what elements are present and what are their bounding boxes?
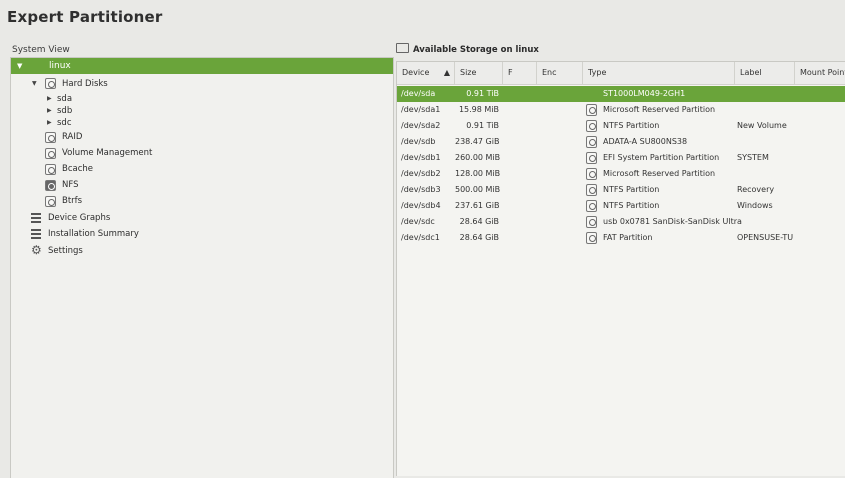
column-header-label[interactable]: Label [735, 62, 795, 84]
cell-size: 15.98 MiB [458, 105, 499, 114]
partition-icon [586, 232, 597, 244]
cell-device: /dev/sda1 [401, 105, 441, 114]
cell-size: 28.64 GiB [459, 217, 499, 226]
table-header: Device ▲ Size F Enc Type Label Mount Poin… [397, 62, 845, 85]
cell-label: Recovery [737, 185, 775, 194]
table-row[interactable]: /dev/sdc 28.64 GiB usb 0x0781 SanDisk-SanD… [397, 214, 845, 230]
expand-icon[interactable]: ▶ [47, 119, 52, 126]
tree-item-device-graphs[interactable]: Device Graphs [48, 211, 110, 225]
tree-item-volume-management[interactable]: Volume Management [62, 146, 152, 160]
tree-item-raid[interactable]: RAID [62, 130, 82, 144]
raid-icon [45, 132, 56, 143]
partition-icon [586, 136, 597, 148]
expand-icon[interactable]: ▶ [47, 107, 52, 114]
table-row[interactable]: /dev/sdb3 500.00 MiB NTFS Partition Recover… [397, 182, 845, 198]
cell-size: 500.00 MiB [455, 185, 501, 194]
available-storage-label: Available Storage on linux [413, 45, 539, 55]
partition-icon [586, 120, 597, 132]
cell-label: SYSTEM [737, 153, 769, 162]
cell-type: Microsoft Reserved Partition [603, 169, 716, 178]
cell-label: New Volume [737, 121, 787, 130]
device-graphs-icon [31, 213, 41, 223]
sort-ascending-icon: ▲ [443, 68, 450, 77]
tree-root-linux[interactable]: ▼ linux [11, 58, 393, 74]
window-title: Expert Partitioner [7, 8, 163, 26]
table-row[interactable]: /dev/sdb1 260.00 MiB EFI System Partition … [397, 150, 845, 166]
hard-disk-icon [45, 78, 56, 89]
bcache-icon [45, 164, 56, 175]
nfs-icon [45, 180, 56, 191]
tree-item-hard-disks[interactable]: Hard Disks [62, 77, 108, 91]
cell-device: /dev/sdb3 [401, 185, 441, 194]
system-view-label: System View [12, 45, 70, 55]
cell-device: /dev/sdb4 [401, 201, 441, 210]
cell-size: 0.91 TiB [466, 121, 499, 130]
cell-size: 260.00 MiB [455, 153, 501, 162]
cell-type: ST1000LM049-2GH1 [603, 89, 686, 98]
cell-type: usb 0x0781 SanDisk-SanDisk Ultra [603, 217, 742, 226]
cell-type: ADATA-A SU800NS38 [603, 137, 688, 146]
cell-size: 128.00 MiB [455, 169, 501, 178]
cell-label: OPENSUSE-TU [737, 233, 794, 242]
column-header-mount-point[interactable]: Mount Point [795, 62, 845, 84]
installation-summary-icon [31, 229, 41, 239]
table-row[interactable]: /dev/sdb2 128.00 MiB Microsoft Reserved Pa… [397, 166, 845, 182]
cell-size: 0.91 TiB [466, 89, 499, 98]
cell-device: /dev/sda2 [401, 121, 441, 130]
tree-item-settings[interactable]: Settings [48, 244, 83, 258]
cell-device: /dev/sdb1 [401, 153, 441, 162]
cell-size: 28.64 GiB [459, 233, 499, 242]
cell-device: /dev/sda [401, 89, 436, 98]
tree-root-label: linux [49, 61, 71, 71]
partition-icon [586, 216, 597, 228]
partition-icon [586, 104, 597, 116]
available-storage-heading: Available Storage on linux [396, 43, 539, 55]
cell-size: 238.47 GiB [455, 137, 500, 146]
cell-device: /dev/sdc1 [401, 233, 440, 242]
cell-device: /dev/sdb [401, 137, 436, 146]
table-row[interactable]: /dev/sda1 15.98 MiB Microsoft Reserved Par… [397, 102, 845, 118]
table-row[interactable]: /dev/sda2 0.91 TiB NTFS Partition New Volum… [397, 118, 845, 134]
cell-size: 237.61 GiB [455, 201, 500, 210]
table-row[interactable]: /dev/sda 0.91 TiB ST1000LM049-2GH1 [397, 86, 845, 102]
table-row[interactable]: /dev/sdb4 237.61 GiB NTFS Partition Windows [397, 198, 845, 214]
cell-type: EFI System Partition Partition [603, 153, 720, 162]
column-header-size[interactable]: Size [455, 62, 503, 84]
btrfs-icon [45, 196, 56, 207]
partition-icon [586, 184, 597, 196]
cell-label: Windows [737, 201, 773, 210]
tree-item-installation-summary[interactable]: Installation Summary [48, 227, 139, 241]
expand-icon[interactable]: ▶ [47, 95, 52, 102]
cell-type: NTFS Partition [603, 121, 660, 130]
cell-device: /dev/sdb2 [401, 169, 441, 178]
partition-icon [586, 152, 597, 164]
cell-type: FAT Partition [603, 233, 653, 242]
table-row[interactable]: /dev/sdc1 28.64 GiB FAT Partition OPENSUSE-… [397, 230, 845, 246]
partition-icon [586, 168, 597, 180]
cell-type: NTFS Partition [603, 185, 660, 194]
cell-type: NTFS Partition [603, 201, 660, 210]
cell-device: /dev/sdc [401, 217, 435, 226]
column-header-encrypted[interactable]: Enc [537, 62, 583, 84]
gear-icon: ⚙ [31, 243, 42, 257]
tree-item-nfs[interactable]: NFS [62, 178, 79, 192]
collapse-icon[interactable]: ▼ [32, 80, 37, 87]
column-header-device[interactable]: Device ▲ [397, 62, 455, 84]
system-view-tree: ▼ linux ▼ Hard Disks ▶ sda ▶ sdb ▶ sdc R… [10, 57, 394, 478]
tree-item-bcache[interactable]: Bcache [62, 162, 93, 176]
column-header-format[interactable]: F [503, 62, 537, 84]
volume-management-icon [45, 148, 56, 159]
tree-item-sdc[interactable]: sdc [57, 116, 72, 130]
collapse-icon[interactable]: ▼ [17, 58, 22, 74]
tree-item-btrfs[interactable]: Btrfs [62, 194, 82, 208]
cell-type: Microsoft Reserved Partition [603, 105, 716, 114]
table-row[interactable]: /dev/sdb 238.47 GiB ADATA-A SU800NS38 [397, 134, 845, 150]
column-header-type[interactable]: Type [583, 62, 735, 84]
partition-icon [586, 200, 597, 212]
monitor-icon [396, 43, 409, 53]
storage-table: Device ▲ Size F Enc Type Label Mount Poin… [396, 61, 845, 476]
